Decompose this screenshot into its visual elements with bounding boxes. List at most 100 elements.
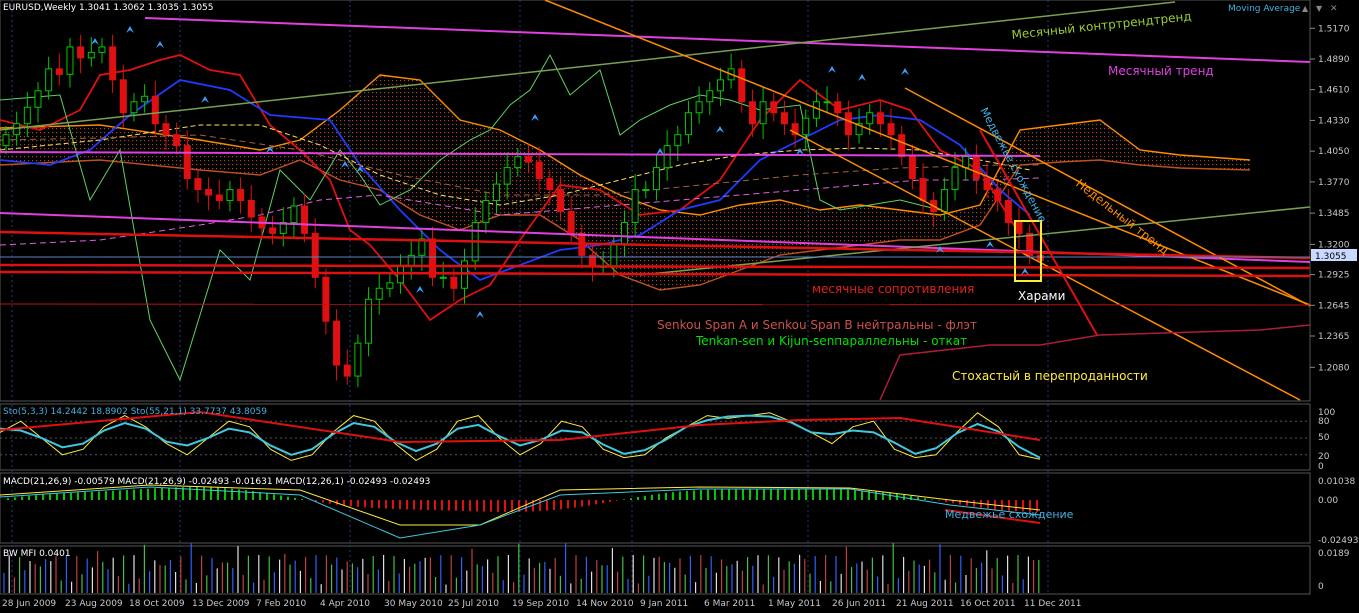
time-axis-label: 4 Apr 2010 xyxy=(320,599,370,609)
fractal-marker xyxy=(858,74,866,81)
sub-indicators xyxy=(0,410,1310,593)
macd-tick-label: 0.00 xyxy=(1318,496,1338,506)
annotation-tenkan: Tenkan-sen и Kijun-senпараллельны - отка… xyxy=(695,334,967,348)
candle-body xyxy=(556,189,564,212)
candle-body xyxy=(173,134,181,147)
candle-body xyxy=(951,167,959,191)
monthly-countertrend-line xyxy=(0,1,1176,131)
candle-body xyxy=(642,189,650,192)
fractal-marker xyxy=(716,126,724,133)
candle-body xyxy=(844,112,852,136)
candle-body xyxy=(34,90,42,108)
candle-body xyxy=(908,156,916,180)
fractal-marker xyxy=(126,26,134,33)
resistance-line-4 xyxy=(0,303,1311,306)
candle-body xyxy=(1015,221,1023,234)
candle-body xyxy=(375,287,383,300)
annotation-harami: Харами xyxy=(1018,289,1065,303)
stoch-tick-label: 50 xyxy=(1318,433,1330,443)
candle-body xyxy=(706,90,714,103)
candle-body xyxy=(876,112,884,125)
candle-body xyxy=(514,156,522,169)
time-axis-label: 23 Aug 2009 xyxy=(65,599,123,609)
annotation-stochastic: Стохастый в перепроданности xyxy=(952,369,1148,383)
mfi-tick-label: 0 xyxy=(1318,582,1324,592)
mfi-tick-label: 0.0189 xyxy=(1318,549,1350,559)
candle-body xyxy=(98,46,106,53)
annotation-monthly-trend: Месячный тренд xyxy=(1108,64,1214,78)
scroll-down-button[interactable]: ▼ xyxy=(1316,4,1323,13)
candle-body xyxy=(162,123,170,136)
price-tick-label: 1.5170 xyxy=(1318,24,1350,34)
candle-body xyxy=(183,145,191,180)
candle-body xyxy=(311,232,319,278)
candle-body xyxy=(546,178,554,191)
scroll-up-button[interactable]: ▲ xyxy=(1302,4,1309,13)
candle-body xyxy=(13,123,21,136)
time-axis-label: 14 Nov 2010 xyxy=(576,599,634,609)
candle-body xyxy=(780,112,788,125)
price-tick-label: 1.2925 xyxy=(1318,271,1350,281)
candle-body xyxy=(45,68,53,92)
stoch-header: Sto(5,3,3) 14.2442 18.8902 Sto(55,21,1) … xyxy=(3,407,267,417)
candle-body xyxy=(322,276,330,322)
price-tick-label: 1.2080 xyxy=(1318,363,1350,373)
candle-body xyxy=(620,221,628,245)
candle-body xyxy=(962,156,970,169)
candle-body xyxy=(493,183,501,202)
candle-body xyxy=(269,227,277,234)
time-axis-label: 25 Jul 2010 xyxy=(448,599,499,609)
candle-body xyxy=(652,167,660,191)
candle-body xyxy=(226,189,234,202)
time-axis-label: 26 Jun 2011 xyxy=(832,599,886,609)
candle-body xyxy=(343,364,351,377)
candle-body xyxy=(631,189,639,223)
candle-body xyxy=(301,205,309,234)
candle-body xyxy=(802,117,810,136)
resistance-line-2 xyxy=(0,263,1311,270)
candle-body xyxy=(1004,200,1012,223)
macd-tick-label: -0.02493 xyxy=(1318,536,1358,546)
time-axis-label: 9 Jan 2011 xyxy=(640,599,688,609)
time-axis-label: 30 May 2010 xyxy=(384,599,443,609)
stoch-tick-label: 20 xyxy=(1318,452,1330,462)
candle-body xyxy=(429,238,437,278)
candle-body xyxy=(695,101,703,114)
price-axis: 1.5170 1.4890 1.4610 1.4330 1.4050 1.3770 1.34… xyxy=(1310,24,1350,373)
price-tick-label: 1.4050 xyxy=(1318,147,1350,157)
candle-body xyxy=(23,106,31,125)
symbol-header: EURUSD,Weekly 1.3041 1.3062 1.3035 1.305… xyxy=(3,3,214,13)
candle-body xyxy=(812,101,820,119)
candle-body xyxy=(674,134,682,147)
time-axis-label: 19 Sep 2010 xyxy=(512,599,569,609)
candle-body xyxy=(823,101,831,104)
price-tick-label: 1.3770 xyxy=(1318,178,1350,188)
price-tick-label: 1.4610 xyxy=(1318,86,1350,96)
candle-body xyxy=(77,46,85,59)
candle-body xyxy=(205,189,213,196)
annotation-monthly-countertrend: Месячный контртрендтренд xyxy=(1011,9,1192,42)
candle-body xyxy=(87,51,95,59)
chart-window: 1.3055 1.5170 1.4890 1.4610 1.4330 1.4050 1.3… xyxy=(0,0,1359,613)
candle-body xyxy=(919,178,927,202)
candle-body xyxy=(450,276,458,289)
time-axis-label: 13 Dec 2009 xyxy=(192,599,250,609)
candle-body xyxy=(237,189,245,202)
time-axis-label: 16 Oct 2011 xyxy=(960,599,1016,609)
mfi-header: BW MFI 0.0401 xyxy=(3,549,71,559)
candle-body xyxy=(130,101,138,114)
candle-body xyxy=(525,156,532,163)
candle-body xyxy=(759,101,767,125)
stoch-tick-label: 80 xyxy=(1318,417,1330,427)
fractal-marker xyxy=(416,286,424,293)
candle-body xyxy=(397,265,405,284)
candle-body xyxy=(684,112,692,136)
chart-canvas[interactable]: 1.3055 1.5170 1.4890 1.4610 1.4330 1.4050 1.3… xyxy=(0,0,1359,613)
price-tick-label: 1.4890 xyxy=(1318,55,1350,65)
close-indicator-button[interactable]: ✕ xyxy=(1330,4,1338,14)
candle-body xyxy=(439,276,447,279)
candle-body xyxy=(567,210,575,234)
candle-body xyxy=(119,79,127,114)
time-axis-label: 7 Feb 2010 xyxy=(256,599,307,609)
fractal-marker xyxy=(986,241,994,248)
